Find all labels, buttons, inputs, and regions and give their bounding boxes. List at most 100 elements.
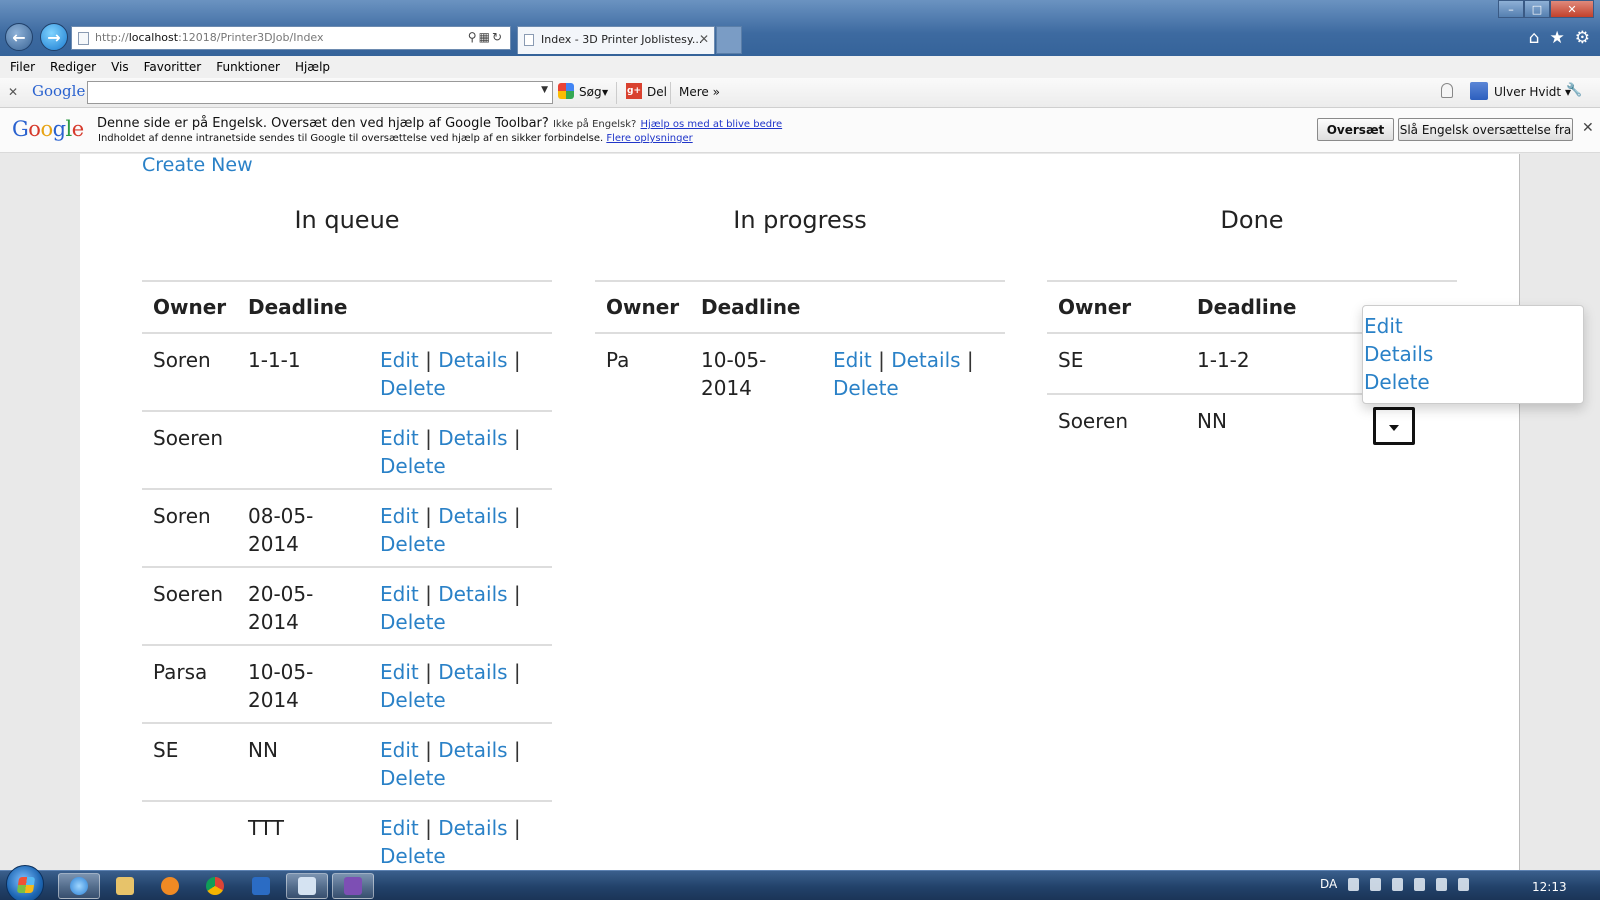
- tab-close-icon[interactable]: ✕: [699, 32, 709, 46]
- deadline-header: Deadline: [248, 295, 348, 319]
- edit-link[interactable]: Edit: [380, 660, 419, 684]
- network-icon[interactable]: [1414, 878, 1425, 891]
- arrow-left-icon: ←: [12, 27, 26, 47]
- edit-link[interactable]: Edit: [833, 348, 872, 372]
- edit-link[interactable]: Edit: [380, 582, 419, 606]
- start-button[interactable]: [6, 865, 44, 900]
- browser-tab[interactable]: Index - 3D Printer Joblistesy... ✕: [517, 26, 715, 54]
- taskbar-chrome[interactable]: [194, 873, 236, 899]
- close-toolbar-icon[interactable]: ✕: [8, 85, 18, 99]
- favorites-star-icon[interactable]: ★: [1550, 28, 1565, 48]
- table-row: Soren 1-1-1 Edit | Details | Delete: [142, 334, 552, 412]
- user-menu[interactable]: Ulver Hvidt ▾: [1494, 85, 1571, 99]
- delete-link[interactable]: Delete: [833, 376, 899, 400]
- delete-link[interactable]: Delete: [380, 610, 446, 634]
- details-link[interactable]: Details: [438, 426, 507, 450]
- google-search-input[interactable]: ▼: [87, 81, 553, 104]
- search-icon[interactable]: ⚲: [468, 30, 479, 44]
- details-link[interactable]: Details: [891, 348, 960, 372]
- create-new-link[interactable]: Create New: [142, 154, 253, 176]
- details-link[interactable]: Details: [438, 660, 507, 684]
- dropdown-edit-link[interactable]: Edit: [1363, 312, 1583, 340]
- progress-table: Owner Deadline Pa 10-05-2014 Edit | Detail…: [595, 280, 1005, 412]
- menu-item-rediger[interactable]: Rediger: [50, 60, 96, 78]
- clock[interactable]: 12:13: [1532, 880, 1567, 894]
- taskbar-outlook[interactable]: [240, 873, 282, 899]
- deadline-cell: 10-05-2014: [248, 660, 314, 712]
- separator: |: [966, 348, 974, 372]
- details-link[interactable]: Details: [438, 348, 507, 372]
- close-window-button[interactable]: ✕: [1550, 0, 1594, 18]
- details-link[interactable]: Details: [438, 504, 507, 528]
- google-search-icon[interactable]: [558, 83, 574, 99]
- menu-item-hjaelp[interactable]: Hjælp: [295, 60, 330, 78]
- edit-link[interactable]: Edit: [380, 738, 419, 762]
- edit-link[interactable]: Edit: [380, 348, 419, 372]
- wrench-icon[interactable]: 🔧: [1566, 83, 1582, 98]
- edit-link[interactable]: Edit: [380, 426, 419, 450]
- window-controls: – □ ✕: [1498, 0, 1594, 18]
- delete-link[interactable]: Delete: [380, 454, 446, 478]
- taskbar-remote-app[interactable]: [286, 873, 328, 899]
- taskbar-media-player[interactable]: [149, 873, 191, 899]
- gear-icon[interactable]: ⚙: [1575, 28, 1590, 48]
- home-icon[interactable]: ⌂: [1529, 28, 1540, 48]
- show-hidden-icons-icon[interactable]: [1348, 878, 1359, 891]
- device-icon[interactable]: [1392, 878, 1403, 891]
- menu-item-funktioner[interactable]: Funktioner: [216, 60, 280, 78]
- delete-link[interactable]: Delete: [380, 766, 446, 790]
- bell-icon[interactable]: [1441, 83, 1453, 98]
- dropdown-delete-link[interactable]: Delete: [1363, 368, 1583, 396]
- maximize-button[interactable]: □: [1524, 0, 1550, 18]
- language-indicator[interactable]: DA: [1320, 877, 1337, 891]
- menu-item-favoritter[interactable]: Favoritter: [144, 60, 202, 78]
- details-link[interactable]: Details: [438, 738, 507, 762]
- owner-header: Owner: [1058, 295, 1132, 319]
- help-link[interactable]: Hjælp os med at blive bedre: [641, 119, 783, 130]
- chevron-down-icon[interactable]: ▼: [541, 85, 548, 95]
- new-tab-button[interactable]: [716, 26, 742, 54]
- address-bar-icons[interactable]: ⚲▦↻: [468, 30, 504, 44]
- more-info-link[interactable]: Flere oplysninger: [606, 133, 692, 144]
- details-link[interactable]: Details: [438, 816, 507, 840]
- actions-dropdown-button[interactable]: [1373, 407, 1415, 445]
- progress-rows: Pa 10-05-2014 Edit | Details | Delete: [595, 334, 1005, 412]
- owner-cell: Parsa: [153, 660, 208, 684]
- delete-link[interactable]: Delete: [380, 376, 446, 400]
- share-icon[interactable]: g+: [626, 83, 642, 99]
- refresh-icon[interactable]: ↻: [492, 30, 504, 44]
- row-actions: Edit | Details | Delete: [380, 736, 555, 792]
- dropdown-details-link[interactable]: Details: [1363, 340, 1583, 368]
- menu-item-vis[interactable]: Vis: [111, 60, 129, 78]
- search-button[interactable]: Søg: [579, 85, 602, 99]
- address-bar[interactable]: http://localhost:12018/Printer3DJob/Inde…: [71, 26, 511, 50]
- row-actions: Edit | Details | Delete: [380, 502, 555, 558]
- forward-button[interactable]: →: [40, 23, 68, 51]
- flag-icon[interactable]: [1370, 878, 1381, 891]
- menu-item-filer[interactable]: Filer: [10, 60, 35, 78]
- delete-link[interactable]: Delete: [380, 532, 446, 556]
- translate-button[interactable]: Oversæt: [1317, 118, 1394, 141]
- taskbar-explorer[interactable]: [104, 873, 146, 899]
- share-button[interactable]: Del: [647, 85, 667, 99]
- owner-cell: Soren: [153, 504, 211, 528]
- chevron-down-icon[interactable]: ▼: [602, 88, 608, 97]
- deadline-header: Deadline: [1197, 295, 1297, 319]
- edit-link[interactable]: Edit: [380, 504, 419, 528]
- turn-off-translation-button[interactable]: Slå Engelsk oversættelse fra: [1398, 118, 1573, 141]
- delete-link[interactable]: Delete: [380, 688, 446, 712]
- edit-link[interactable]: Edit: [380, 816, 419, 840]
- avatar[interactable]: [1470, 82, 1488, 100]
- separator: |: [425, 816, 432, 840]
- back-button[interactable]: ←: [5, 23, 33, 51]
- minimize-button[interactable]: –: [1498, 0, 1524, 18]
- taskbar-visual-studio[interactable]: [332, 873, 374, 899]
- volume-icon[interactable]: [1436, 878, 1447, 891]
- delete-link[interactable]: Delete: [380, 844, 446, 868]
- close-translate-bar-icon[interactable]: ✕: [1582, 120, 1594, 136]
- compat-view-icon[interactable]: ▦: [479, 30, 492, 44]
- details-link[interactable]: Details: [438, 582, 507, 606]
- dropbox-icon[interactable]: [1458, 878, 1469, 891]
- taskbar-internet-explorer[interactable]: [58, 873, 100, 899]
- more-button[interactable]: Mere »: [679, 85, 720, 99]
